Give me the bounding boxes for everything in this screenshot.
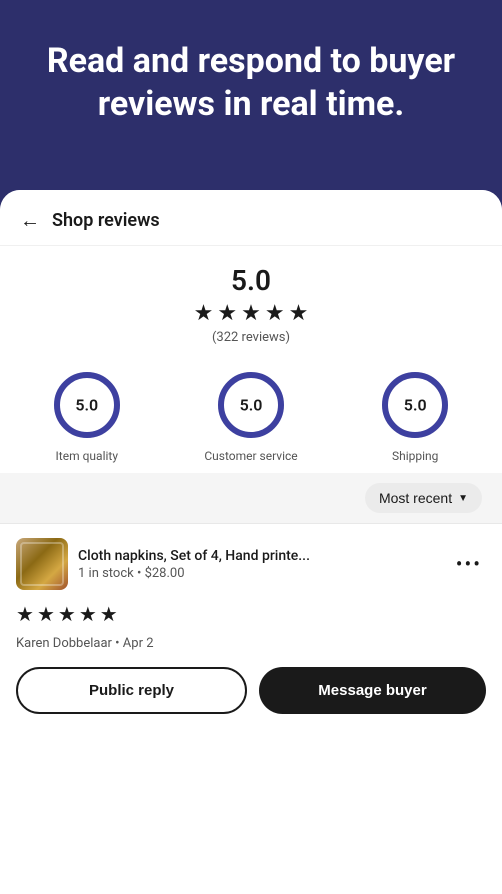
review-card: Cloth napkins, Set of 4, Hand printe... … <box>0 523 502 728</box>
message-buyer-button[interactable]: Message buyer <box>259 667 486 714</box>
filter-button[interactable]: Most recent ▼ <box>365 483 482 513</box>
metrics-row: 5.0 Item quality 5.0 Customer service <box>0 353 502 473</box>
gauge-customer-service: 5.0 <box>215 369 287 441</box>
review-star-4: ★ <box>79 602 97 626</box>
review-star-3: ★ <box>58 602 76 626</box>
gauge-item-quality: 5.0 <box>51 369 123 441</box>
star-4: ★ <box>265 301 285 326</box>
review-star-2: ★ <box>37 602 55 626</box>
hero-title: Read and respond to buyer reviews in rea… <box>40 40 462 125</box>
star-3: ★ <box>241 301 261 326</box>
rating-score: 5.0 <box>20 264 482 297</box>
bitdegree-badge: Bitdegree <box>452 879 494 890</box>
reviewer-info: Karen Dobbelaar • Apr 2 <box>16 636 486 651</box>
hero-section: Read and respond to buyer reviews in rea… <box>0 0 502 155</box>
more-options-button[interactable]: ••• <box>452 548 486 580</box>
product-meta: 1 in stock • $28.00 <box>78 566 442 581</box>
gauge-value-service: 5.0 <box>240 396 263 415</box>
product-thumbnail <box>16 538 68 590</box>
review-count: (322 reviews) <box>20 330 482 345</box>
filter-row: Most recent ▼ <box>0 473 502 523</box>
rating-overview: 5.0 ★ ★ ★ ★ ★ (322 reviews) <box>0 246 502 353</box>
metric-item-shipping: 5.0 Shipping <box>379 369 451 463</box>
action-row: Public reply Message buyer <box>16 667 486 714</box>
rating-stars: ★ ★ ★ ★ ★ <box>20 301 482 326</box>
star-1: ★ <box>194 301 214 326</box>
metric-item-quality: 5.0 Item quality <box>51 369 123 463</box>
gauge-shipping: 5.0 <box>379 369 451 441</box>
review-star-1: ★ <box>16 602 34 626</box>
gauge-value-quality: 5.0 <box>75 396 98 415</box>
review-star-5: ★ <box>100 602 118 626</box>
metric-item-service: 5.0 Customer service <box>204 369 297 463</box>
product-name: Cloth napkins, Set of 4, Hand printe... <box>78 548 442 564</box>
filter-label: Most recent <box>379 490 452 506</box>
shop-header: ← Shop reviews <box>0 190 502 246</box>
main-card: ← Shop reviews 5.0 ★ ★ ★ ★ ★ (322 review… <box>0 190 502 894</box>
shop-title: Shop reviews <box>52 210 160 231</box>
card-inner: ← Shop reviews 5.0 ★ ★ ★ ★ ★ (322 review… <box>0 190 502 894</box>
metric-label-shipping: Shipping <box>392 449 438 463</box>
star-2: ★ <box>217 301 237 326</box>
chevron-down-icon: ▼ <box>458 493 468 504</box>
back-arrow-icon[interactable]: ← <box>20 208 40 233</box>
public-reply-button[interactable]: Public reply <box>16 667 247 714</box>
gauge-value-shipping: 5.0 <box>404 396 427 415</box>
star-5: ★ <box>289 301 309 326</box>
review-stars: ★ ★ ★ ★ ★ <box>16 602 486 626</box>
product-row: Cloth napkins, Set of 4, Hand printe... … <box>16 538 486 590</box>
metric-label-service: Customer service <box>204 449 297 463</box>
product-info: Cloth napkins, Set of 4, Hand printe... … <box>78 548 442 581</box>
metric-label-quality: Item quality <box>56 449 118 463</box>
